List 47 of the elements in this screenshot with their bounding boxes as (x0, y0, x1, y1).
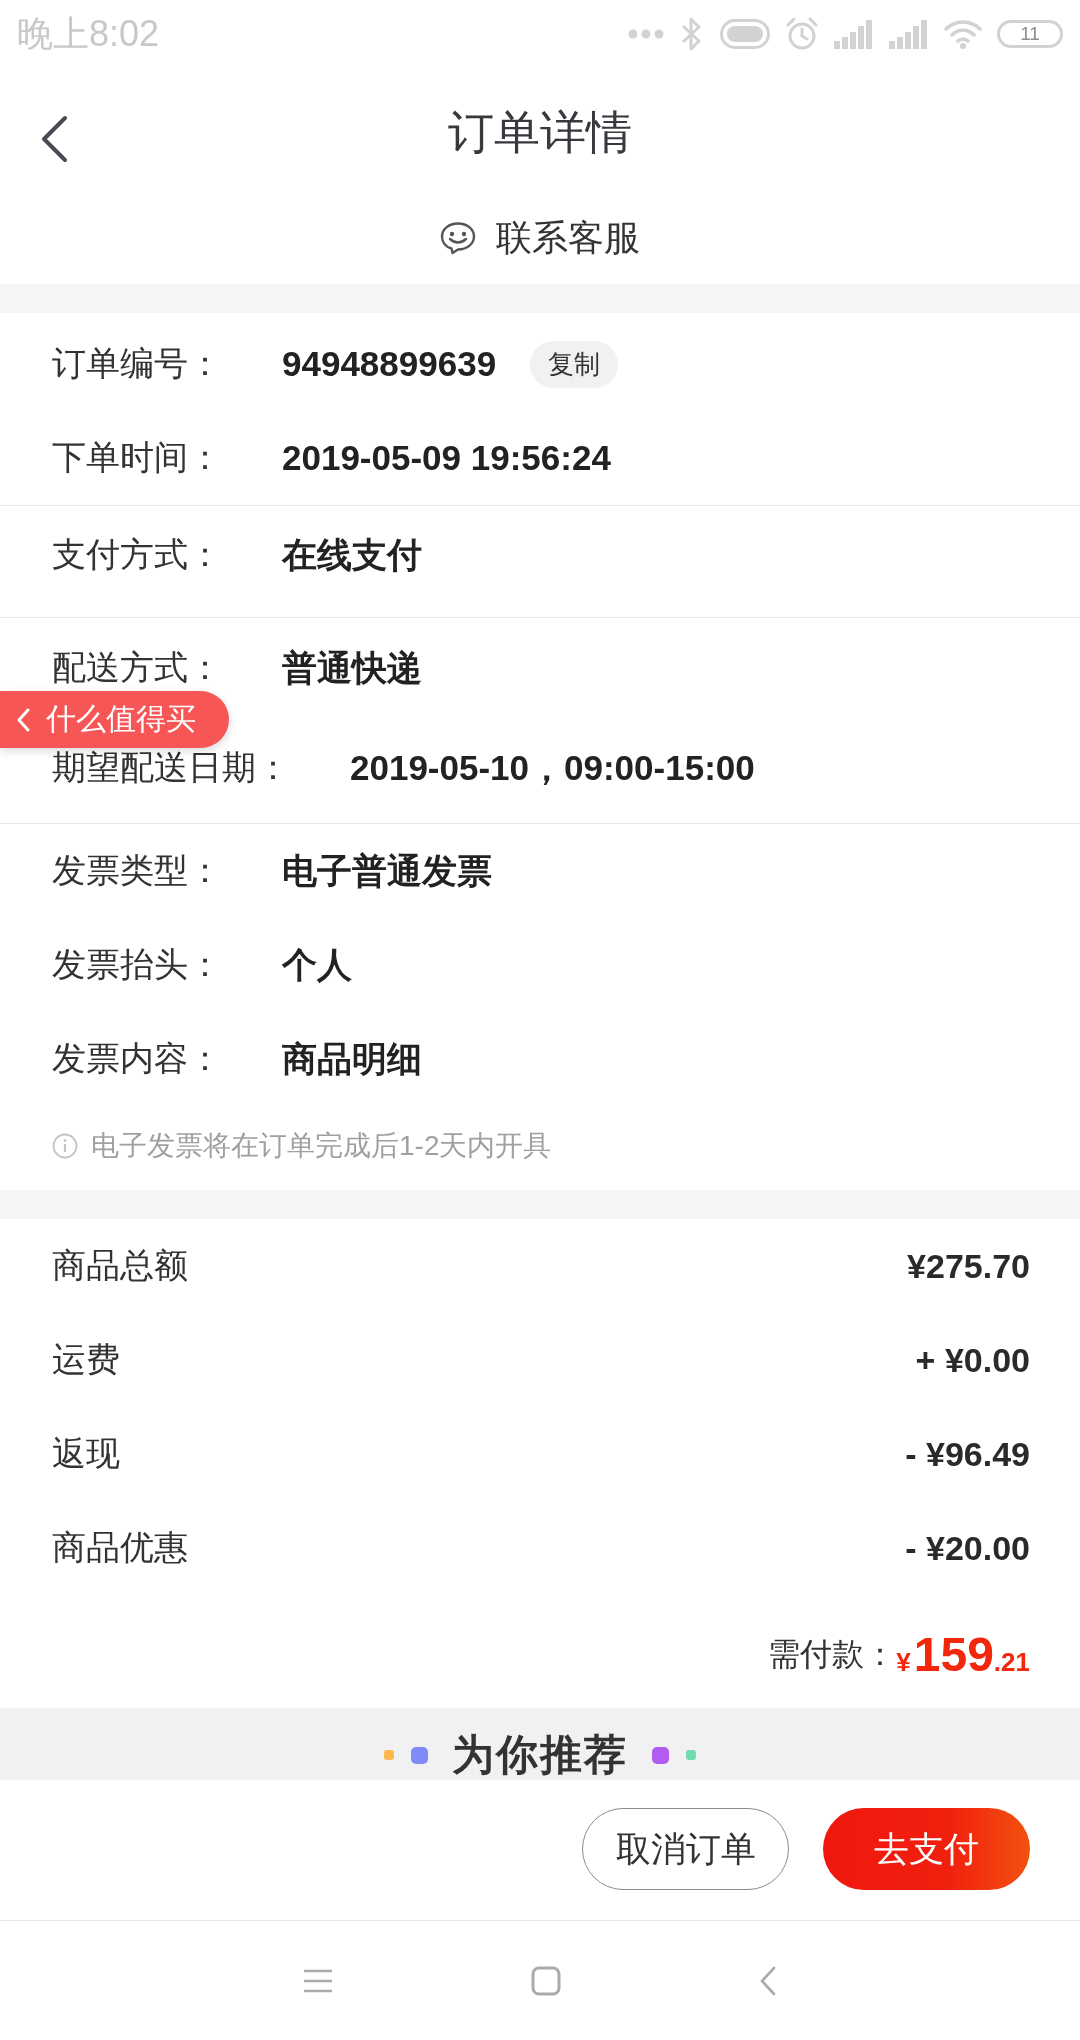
field-label: 发票类型： (52, 850, 222, 891)
invoice-note: 电子发票将在订单完成后1-2天内开具 (91, 1129, 552, 1163)
field-label: 配送方式： (52, 647, 222, 688)
price-value: - ¥20.00 (905, 1528, 1030, 1568)
field-label: 订单编号： (52, 343, 222, 384)
chevron-left-icon (16, 707, 30, 732)
field-value: 商品明细 (282, 1037, 422, 1080)
amount-due-label: 需付款： (768, 1634, 897, 1674)
field-value: 普通快递 (282, 646, 422, 689)
price-label: 商品优惠 (52, 1527, 188, 1568)
field-value: 电子普通发票 (282, 849, 492, 892)
field-value: 2019-05-10，09:00-15:00 (350, 746, 755, 789)
copy-button[interactable]: 复制 (530, 340, 619, 388)
field-label: 下单时间： (52, 437, 222, 478)
signal-icon (834, 19, 874, 49)
battery-indicator: 11 (997, 20, 1063, 48)
section-title: 为你推荐 (452, 1730, 628, 1780)
price-label: 运费 (52, 1339, 120, 1380)
field-label: 支付方式： (52, 534, 222, 575)
field-label: 发票内容： (52, 1038, 222, 1079)
wifi-icon (944, 19, 982, 49)
info-icon (52, 1133, 78, 1159)
back-icon[interactable] (40, 115, 68, 163)
square-icon[interactable] (531, 1965, 561, 1996)
field-value: 在线支付 (282, 533, 422, 576)
signal-icon (889, 19, 929, 49)
price-value: - ¥96.49 (905, 1434, 1030, 1474)
price-label: 商品总额 (52, 1245, 188, 1286)
price-value: + ¥0.00 (915, 1340, 1030, 1380)
page-title: 订单详情 (448, 105, 632, 160)
menu-icon[interactable] (303, 1968, 333, 1993)
order-action-button[interactable]: 去支付 (823, 1808, 1030, 1890)
contact-service-button[interactable]: 联系客服 (440, 213, 640, 263)
field-value: 2019-05-09 19:56:24 (282, 438, 611, 478)
order-action-button[interactable]: 取消订单 (582, 1808, 789, 1890)
field-value: 94948899639 (282, 344, 497, 384)
field-label: 期望配送日期： (52, 747, 290, 788)
more-dots-icon (628, 29, 664, 39)
field-label: 发票抬头： (52, 944, 222, 985)
price-label: 返现 (52, 1433, 120, 1474)
chat-smile-icon (440, 221, 476, 255)
field-value: 个人 (282, 943, 352, 986)
toggle-pill-icon (720, 19, 770, 49)
alarm-clock-icon (785, 17, 819, 51)
price-value: ¥275.70 (907, 1246, 1030, 1286)
amount-due-value: ¥159.21 (896, 1627, 1030, 1682)
chevron-left-icon[interactable] (759, 1965, 777, 1996)
